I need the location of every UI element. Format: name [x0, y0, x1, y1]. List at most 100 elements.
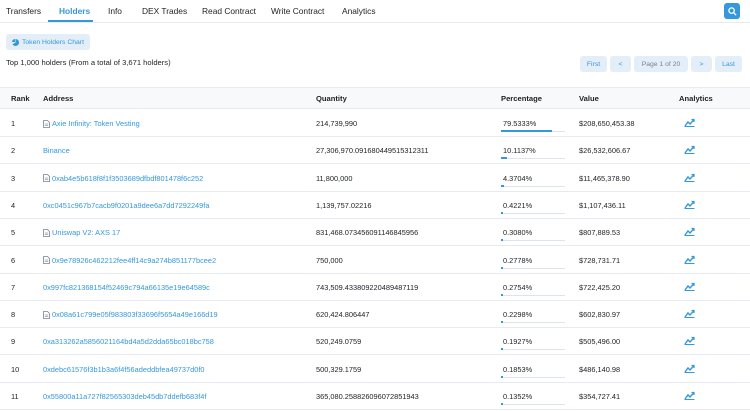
tab-analytics[interactable]: Analytics — [342, 6, 376, 16]
last-page-button[interactable]: Last — [715, 56, 742, 72]
percentage-cell: 0.3080% — [501, 224, 565, 242]
rank-cell: 5 — [11, 228, 16, 238]
table-row: 7 0x997fc821368154f52469c794a66135e19e645… — [0, 274, 750, 301]
percentage-text: 0.2754% — [503, 282, 533, 292]
next-page-button[interactable]: > — [691, 56, 712, 72]
analytics-button[interactable] — [684, 336, 695, 347]
tab-info[interactable]: Info — [108, 6, 122, 16]
percentage-text: 0.1927% — [503, 337, 533, 347]
address-link[interactable]: 0xa313262a5856021164bd4a5d2dda65bc018bc7… — [43, 337, 214, 346]
rank-cell: 11 — [11, 392, 19, 401]
rank-cell: 4 — [11, 200, 16, 210]
table-row: 2 Binance 27,306,970.091680449515312311 10.… — [0, 137, 750, 165]
address-link[interactable]: Uniswap V2: AXS 17 — [43, 228, 120, 237]
table-row: 10 0xdebc61576f3b1b3a6f4f56adeddbfea49737… — [0, 356, 750, 383]
column-value: Value — [579, 94, 599, 103]
table-row: 3 0xab4e5b618f8f1f3503689dfbdf801478f6c25… — [0, 165, 750, 192]
contract-icon — [43, 256, 50, 264]
analytics-button[interactable] — [684, 282, 695, 293]
analytics-button[interactable] — [684, 309, 695, 320]
analytics-button[interactable] — [684, 173, 695, 184]
tab-transfers[interactable]: Transfers — [6, 6, 41, 16]
address-text: 0xa313262a5856021164bd4a5d2dda65bc018bc7… — [43, 337, 214, 347]
quantity-cell: 750,000 — [316, 255, 343, 265]
quantity-cell: 11,800,000 — [316, 173, 353, 183]
quantity-cell: 520,249.0759 — [316, 337, 362, 347]
token-holders-chart-button[interactable]: Token Holders Chart — [6, 34, 90, 50]
address-link[interactable]: Axie Infinity: Token Vesting — [43, 119, 140, 128]
address-text: 0xdebc61576f3b1b3a6f4f56adeddbfea49737d0… — [43, 364, 205, 374]
value-cell: $11,465,378.90 — [579, 173, 630, 183]
column-quantity: Quantity — [316, 94, 347, 103]
tab-read-contract[interactable]: Read Contract — [202, 6, 256, 16]
address-text: 0x997fc821368154f52469c794a66135e19e6458… — [43, 282, 210, 292]
address-link[interactable]: 0x08a61c799e05f983803f33696f5654a49e166d… — [43, 310, 218, 319]
quantity-cell: 500,329.1759 — [316, 364, 362, 374]
value-cell: $486,140.98 — [579, 364, 621, 374]
rank-cell: 2 — [11, 146, 16, 156]
percentage-cell: 0.2298% — [501, 306, 565, 324]
contract-icon — [43, 228, 50, 237]
table-row: 11 0x55800a11a727f82565303deb45db7ddefb68… — [0, 383, 750, 410]
analytics-button[interactable] — [684, 227, 695, 238]
address-link[interactable]: 0xdebc61576f3b1b3a6f4f56adeddbfea49737d0… — [43, 365, 205, 374]
prev-page-button[interactable]: < — [610, 56, 631, 72]
rank-cell: 10 — [11, 364, 20, 374]
rank-cell: 1 — [11, 119, 16, 128]
address-text: 0xc0451c967b7cacb9f0201a9dee6a7dd7292249… — [43, 200, 210, 210]
address-text: Uniswap V2: AXS 17 — [52, 228, 121, 238]
quantity-cell: 365,080.258826096072851943 — [316, 392, 419, 401]
value-cell: $1,107,436.11 — [579, 200, 626, 210]
address-text: 0x08a61c799e05f983803f33696f5654a49e166d… — [52, 310, 218, 320]
search-button[interactable] — [724, 3, 740, 19]
quantity-cell: 214,739,990 — [316, 119, 358, 128]
percentage-text: 0.4221% — [503, 200, 533, 210]
quantity-cell: 743,509.433809220489487119 — [316, 282, 419, 292]
analytics-button[interactable] — [684, 118, 695, 129]
value-cell: $807,889.53 — [579, 228, 621, 238]
address-link[interactable]: 0xc0451c967b7cacb9f0201a9dee6a7dd7292249… — [43, 201, 209, 210]
column-address: Address — [43, 94, 74, 103]
contract-icon — [43, 310, 50, 319]
address-text: 0x9e78926c462212fee4ff14c9a274b851177bce… — [52, 255, 217, 265]
address-text: Axie Infinity: Token Vesting — [52, 119, 140, 128]
analytics-chart-icon — [684, 309, 695, 319]
address-link[interactable]: 0x997fc821368154f52469c794a66135e19e6458… — [43, 283, 210, 292]
rank-cell: 8 — [11, 310, 16, 320]
analytics-button[interactable] — [684, 200, 695, 211]
analytics-chart-icon — [684, 337, 695, 346]
percentage-text: 0.1853% — [503, 364, 533, 374]
quantity-cell: 831,468.073456091146845956 — [316, 228, 419, 238]
percentage-cell: 10.1137% — [501, 142, 565, 160]
tab-dex-trades[interactable]: DEX Trades — [142, 6, 187, 16]
analytics-button[interactable] — [684, 145, 695, 156]
tab-holders[interactable]: Holders — [59, 6, 90, 16]
address-link[interactable]: Binance — [43, 146, 70, 155]
table-header: Rank Address Quantity Percentage Value A… — [0, 87, 750, 109]
value-cell: $354,727.41 — [579, 392, 621, 401]
percentage-cell: 0.1853% — [501, 361, 565, 378]
analytics-button[interactable] — [684, 364, 695, 375]
analytics-chart-icon — [684, 364, 695, 373]
analytics-button[interactable] — [684, 391, 695, 402]
tab-write-contract[interactable]: Write Contract — [271, 6, 324, 16]
table-row: 5 Uniswap V2: AXS 17 831,468.0734560911468… — [0, 219, 750, 247]
table-row: 9 0xa313262a5856021164bd4a5d2dda65bc018bc… — [0, 328, 750, 356]
first-page-button[interactable]: First — [580, 56, 607, 72]
value-cell: $505,496.00 — [579, 337, 621, 347]
percentage-bar — [501, 403, 503, 405]
percentage-cell: 0.1927% — [501, 333, 565, 351]
address-link[interactable]: 0x55800a11a727f82565303deb45db7ddefb683f… — [43, 392, 206, 401]
percentage-bar — [501, 375, 503, 378]
address-link[interactable]: 0x9e78926c462212fee4ff14c9a274b851177bce… — [43, 256, 216, 265]
column-rank: Rank — [11, 94, 30, 103]
address-link[interactable]: 0xab4e5b618f8f1f3503689dfbdf801478f6c252 — [43, 174, 203, 183]
analytics-button[interactable] — [684, 255, 695, 266]
quantity-cell: 1,139,757.02216 — [316, 200, 372, 210]
percentage-cell: 79.5333% — [501, 115, 565, 132]
column-percentage: Percentage — [501, 94, 542, 103]
pie-chart-icon — [12, 38, 19, 46]
percentage-text: 0.2298% — [503, 310, 533, 320]
value-cell: $26,532,606.67 — [579, 146, 631, 156]
rank-cell: 6 — [11, 255, 16, 265]
